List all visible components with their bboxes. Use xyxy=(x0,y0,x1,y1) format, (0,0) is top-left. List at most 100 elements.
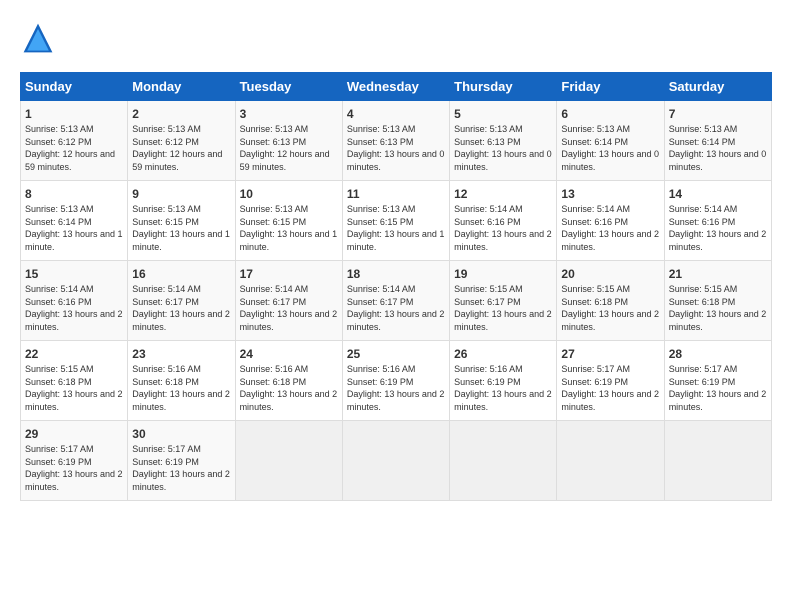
day-info: Sunrise: 5:17 AMSunset: 6:19 PMDaylight:… xyxy=(669,363,767,413)
calendar-cell: 24Sunrise: 5:16 AMSunset: 6:18 PMDayligh… xyxy=(235,341,342,421)
day-number: 22 xyxy=(25,347,123,361)
day-header-sunday: Sunday xyxy=(21,73,128,101)
day-header-tuesday: Tuesday xyxy=(235,73,342,101)
calendar-cell xyxy=(664,421,771,501)
calendar-week-5: 29 Sunrise: 5:17 AMSunset: 6:19 PMDayligh… xyxy=(21,421,772,501)
day-info: Sunrise: 5:14 AMSunset: 6:16 PMDaylight:… xyxy=(454,203,552,253)
calendar-cell: 23 Sunrise: 5:16 AMSunset: 6:18 PMDayligh… xyxy=(128,341,235,421)
day-number: 2 xyxy=(132,107,230,121)
day-number: 18 xyxy=(347,267,445,281)
day-number: 13 xyxy=(561,187,659,201)
day-number: 26 xyxy=(454,347,552,361)
logo-icon xyxy=(20,20,56,56)
day-header-friday: Friday xyxy=(557,73,664,101)
day-info: Sunrise: 5:15 AMSunset: 6:18 PMDaylight:… xyxy=(561,283,659,333)
calendar-cell xyxy=(342,421,449,501)
calendar-cell: 25 Sunrise: 5:16 AMSunset: 6:19 PMDayligh… xyxy=(342,341,449,421)
day-info: Sunrise: 5:15 AMSunset: 6:18 PMDaylight:… xyxy=(669,283,767,333)
calendar-cell: 14 Sunrise: 5:14 AMSunset: 6:16 PMDayligh… xyxy=(664,181,771,261)
calendar-cell: 11 Sunrise: 5:13 AMSunset: 6:15 PMDayligh… xyxy=(342,181,449,261)
calendar-cell: 27 Sunrise: 5:17 AMSunset: 6:19 PMDayligh… xyxy=(557,341,664,421)
calendar-table: SundayMondayTuesdayWednesdayThursdayFrid… xyxy=(20,72,772,501)
day-number: 25 xyxy=(347,347,445,361)
calendar-cell: 30Sunrise: 5:17 AMSunset: 6:19 PMDayligh… xyxy=(128,421,235,501)
day-number: 19 xyxy=(454,267,552,281)
day-info: Sunrise: 5:17 AMSunset: 6:19 PMDaylight:… xyxy=(561,363,659,413)
day-info: Sunrise: 5:13 AMSunset: 6:12 PMDaylight:… xyxy=(25,123,123,173)
day-info: Sunrise: 5:14 AMSunset: 6:17 PMDaylight:… xyxy=(132,283,230,333)
calendar-cell: 2 Sunrise: 5:13 AMSunset: 6:12 PMDaylight… xyxy=(128,101,235,181)
day-number: 15 xyxy=(25,267,123,281)
day-number: 21 xyxy=(669,267,767,281)
day-info: Sunrise: 5:13 AMSunset: 6:14 PMDaylight:… xyxy=(669,123,767,173)
day-number: 24 xyxy=(240,347,338,361)
day-info: Sunrise: 5:13 AMSunset: 6:13 PMDaylight:… xyxy=(454,123,552,173)
day-info: Sunrise: 5:13 AMSunset: 6:15 PMDaylight:… xyxy=(240,203,338,253)
calendar-cell: 16 Sunrise: 5:14 AMSunset: 6:17 PMDayligh… xyxy=(128,261,235,341)
day-header-monday: Monday xyxy=(128,73,235,101)
calendar-cell: 22 Sunrise: 5:15 AMSunset: 6:18 PMDayligh… xyxy=(21,341,128,421)
calendar-cell: 21 Sunrise: 5:15 AMSunset: 6:18 PMDayligh… xyxy=(664,261,771,341)
day-header-thursday: Thursday xyxy=(450,73,557,101)
day-info: Sunrise: 5:14 AMSunset: 6:16 PMDaylight:… xyxy=(25,283,123,333)
calendar-cell: 19Sunrise: 5:15 AMSunset: 6:17 PMDayligh… xyxy=(450,261,557,341)
day-info: Sunrise: 5:15 AMSunset: 6:18 PMDaylight:… xyxy=(25,363,123,413)
calendar-cell: 26 Sunrise: 5:16 AMSunset: 6:19 PMDayligh… xyxy=(450,341,557,421)
calendar-week-3: 15 Sunrise: 5:14 AMSunset: 6:16 PMDayligh… xyxy=(21,261,772,341)
day-info: Sunrise: 5:13 AMSunset: 6:12 PMDaylight:… xyxy=(132,123,230,173)
day-info: Sunrise: 5:13 AMSunset: 6:13 PMDaylight:… xyxy=(347,123,445,173)
day-info: Sunrise: 5:13 AMSunset: 6:13 PMDaylight:… xyxy=(240,123,338,173)
calendar-cell xyxy=(235,421,342,501)
day-number: 6 xyxy=(561,107,659,121)
calendar-cell: 15 Sunrise: 5:14 AMSunset: 6:16 PMDayligh… xyxy=(21,261,128,341)
day-number: 4 xyxy=(347,107,445,121)
calendar-cell: 28 Sunrise: 5:17 AMSunset: 6:19 PMDayligh… xyxy=(664,341,771,421)
calendar-cell: 20 Sunrise: 5:15 AMSunset: 6:18 PMDayligh… xyxy=(557,261,664,341)
day-info: Sunrise: 5:14 AMSunset: 6:16 PMDaylight:… xyxy=(561,203,659,253)
day-info: Sunrise: 5:16 AMSunset: 6:18 PMDaylight:… xyxy=(132,363,230,413)
day-info: Sunrise: 5:13 AMSunset: 6:15 PMDaylight:… xyxy=(347,203,445,253)
day-number: 14 xyxy=(669,187,767,201)
calendar-cell: 4 Sunrise: 5:13 AMSunset: 6:13 PMDaylight… xyxy=(342,101,449,181)
logo xyxy=(20,20,62,56)
calendar-cell: 5 Sunrise: 5:13 AMSunset: 6:13 PMDaylight… xyxy=(450,101,557,181)
day-number: 12 xyxy=(454,187,552,201)
day-info: Sunrise: 5:16 AMSunset: 6:19 PMDaylight:… xyxy=(454,363,552,413)
day-number: 11 xyxy=(347,187,445,201)
calendar-cell: 29Sunrise: 5:17 AMSunset: 6:19 PMDayligh… xyxy=(21,421,128,501)
day-number: 28 xyxy=(669,347,767,361)
calendar-body: 1 Sunrise: 5:13 AMSunset: 6:12 PMDaylight… xyxy=(21,101,772,501)
calendar-cell: 1 Sunrise: 5:13 AMSunset: 6:12 PMDaylight… xyxy=(21,101,128,181)
day-number: 5 xyxy=(454,107,552,121)
day-info: Sunrise: 5:13 AMSunset: 6:14 PMDaylight:… xyxy=(561,123,659,173)
day-info: Sunrise: 5:17 AMSunset: 6:19 PMDaylight:… xyxy=(132,443,230,493)
day-header-saturday: Saturday xyxy=(664,73,771,101)
day-info: Sunrise: 5:14 AMSunset: 6:17 PMDaylight:… xyxy=(240,283,338,333)
calendar-cell: 7 Sunrise: 5:13 AMSunset: 6:14 PMDaylight… xyxy=(664,101,771,181)
calendar-cell xyxy=(450,421,557,501)
calendar-cell xyxy=(557,421,664,501)
day-number: 27 xyxy=(561,347,659,361)
calendar-cell: 13 Sunrise: 5:14 AMSunset: 6:16 PMDayligh… xyxy=(557,181,664,261)
day-number: 10 xyxy=(240,187,338,201)
day-number: 8 xyxy=(25,187,123,201)
day-number: 16 xyxy=(132,267,230,281)
calendar-week-2: 8 Sunrise: 5:13 AMSunset: 6:14 PMDaylight… xyxy=(21,181,772,261)
day-number: 1 xyxy=(25,107,123,121)
day-number: 29 xyxy=(25,427,123,441)
day-number: 7 xyxy=(669,107,767,121)
day-number: 23 xyxy=(132,347,230,361)
day-info: Sunrise: 5:14 AMSunset: 6:17 PMDaylight:… xyxy=(347,283,445,333)
calendar-cell: 10 Sunrise: 5:13 AMSunset: 6:15 PMDayligh… xyxy=(235,181,342,261)
day-info: Sunrise: 5:13 AMSunset: 6:14 PMDaylight:… xyxy=(25,203,123,253)
day-number: 3 xyxy=(240,107,338,121)
day-number: 20 xyxy=(561,267,659,281)
calendar-header: SundayMondayTuesdayWednesdayThursdayFrid… xyxy=(21,73,772,101)
calendar-cell: 9Sunrise: 5:13 AMSunset: 6:15 PMDaylight… xyxy=(128,181,235,261)
day-info: Sunrise: 5:16 AMSunset: 6:19 PMDaylight:… xyxy=(347,363,445,413)
calendar-cell: 3 Sunrise: 5:13 AMSunset: 6:13 PMDaylight… xyxy=(235,101,342,181)
calendar-cell: 17 Sunrise: 5:14 AMSunset: 6:17 PMDayligh… xyxy=(235,261,342,341)
day-info: Sunrise: 5:14 AMSunset: 6:16 PMDaylight:… xyxy=(669,203,767,253)
calendar-cell: 8 Sunrise: 5:13 AMSunset: 6:14 PMDaylight… xyxy=(21,181,128,261)
day-number: 17 xyxy=(240,267,338,281)
